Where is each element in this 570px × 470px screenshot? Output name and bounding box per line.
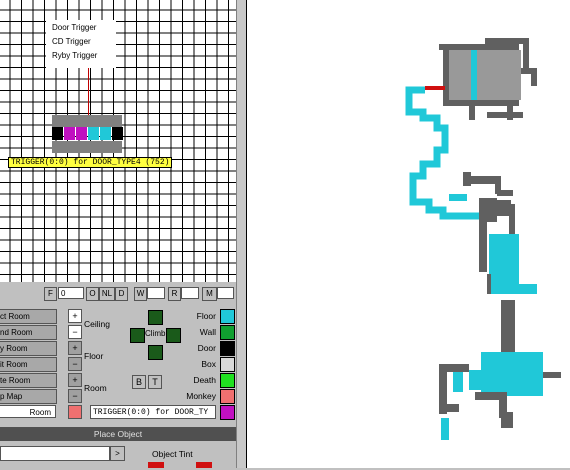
floor-color-swatch[interactable]	[220, 309, 235, 324]
room-button-select[interactable]: ct Room	[0, 309, 57, 324]
red-door	[425, 86, 445, 90]
tint-color-right[interactable]	[196, 462, 212, 468]
trigger-color-swatch[interactable]	[220, 405, 235, 420]
tile-cyan[interactable]	[100, 127, 111, 140]
monkey-color-swatch[interactable]	[220, 389, 235, 404]
level-map	[405, 38, 561, 440]
floor-minus-button[interactable]: −	[68, 357, 82, 371]
r-button[interactable]: R	[168, 287, 181, 301]
legend-door-trigger: Door Trigger	[52, 23, 97, 32]
death-color-swatch[interactable]	[220, 373, 235, 388]
climb-west-button[interactable]	[130, 328, 145, 343]
w-value-field[interactable]	[147, 287, 165, 299]
wall-color-label: Wall	[199, 327, 216, 337]
box-color-swatch[interactable]	[220, 357, 235, 372]
trigger-legend: Door Trigger CD Trigger Ryby Trigger	[46, 20, 116, 68]
bottom-room	[481, 352, 543, 396]
death-color-label: Death	[193, 375, 216, 385]
tile-cyan[interactable]	[88, 127, 99, 140]
grid-toolbar: F 0 O NL D W R M	[0, 285, 236, 303]
o-button[interactable]: O	[86, 287, 99, 301]
bottom-left-cyan	[453, 372, 463, 392]
bottom-left-door	[441, 418, 449, 440]
tile-black[interactable]	[52, 127, 63, 140]
object-tint-label: Object Tint	[152, 449, 193, 459]
tint-color-left[interactable]	[148, 462, 164, 468]
f-value-field[interactable]: 0	[58, 287, 84, 299]
wall-color-swatch[interactable]	[220, 325, 235, 340]
room-label: Room	[84, 383, 107, 393]
tile-black[interactable]	[112, 127, 123, 140]
ceiling-plus-button[interactable]: +	[68, 309, 82, 323]
ceiling-minus-button[interactable]: −	[68, 325, 82, 339]
room-button-delete[interactable]: te Room	[0, 373, 57, 388]
w-button[interactable]: W	[134, 287, 147, 301]
room-button-second[interactable]: nd Room	[0, 325, 57, 340]
room-button-flip[interactable]: y Room	[0, 341, 57, 356]
middle-room	[489, 234, 519, 286]
door-color-swatch[interactable]	[220, 341, 235, 356]
b-button[interactable]: B	[132, 375, 146, 389]
connector-shaft	[501, 300, 515, 354]
box-color-label: Box	[201, 359, 216, 369]
monkey-color-label: Monkey	[186, 391, 216, 401]
room-button-edit[interactable]: it Room	[0, 357, 57, 372]
tile-magenta[interactable]	[64, 127, 75, 140]
room-button-map[interactable]: p Map	[0, 389, 57, 404]
legend-cd-trigger: CD Trigger	[52, 37, 91, 46]
d-button[interactable]: D	[115, 287, 128, 301]
cyan-block	[449, 194, 467, 201]
level-map-view[interactable]	[246, 0, 570, 468]
monkey-swatch-small[interactable]	[68, 405, 82, 419]
tile-row-top	[52, 115, 122, 127]
floor-plus-button[interactable]: +	[68, 341, 82, 355]
room-plus-button[interactable]: +	[68, 373, 82, 387]
object-next-button[interactable]: >	[110, 446, 125, 461]
tile-row-bottom	[52, 141, 122, 153]
nl-button[interactable]: NL	[99, 287, 115, 301]
floor-color-label: Floor	[196, 311, 216, 321]
f-button[interactable]: F	[44, 287, 57, 301]
trigger-tooltip: TRIGGER(0:0) for DOOR_TYPE4 (752)	[8, 157, 173, 168]
middle-room-wall	[487, 274, 491, 294]
legend-ryby-trigger: Ryby Trigger	[52, 51, 98, 60]
top-room-floor	[449, 50, 521, 100]
room-name-field[interactable]: Room	[0, 405, 56, 418]
m-value-field[interactable]	[217, 287, 234, 299]
place-object-button[interactable]: Place Object	[0, 427, 236, 441]
middle-room-base	[489, 284, 537, 294]
door-color-label: Door	[197, 343, 216, 353]
m-button[interactable]: M	[202, 287, 217, 301]
bottom-room-wing	[469, 370, 483, 390]
top-room-marker	[471, 50, 477, 100]
tile-magenta[interactable]	[76, 127, 87, 140]
ceiling-label: Ceiling	[84, 319, 110, 329]
r-value-field[interactable]	[181, 287, 199, 299]
trigger-name-field[interactable]: TRIGGER(0:0) for DOOR_TY	[90, 405, 216, 419]
room-minus-button[interactable]: −	[68, 389, 82, 403]
grid-editor[interactable]: Door Trigger CD Trigger Ryby Trigger TRI…	[0, 0, 236, 282]
floor-label: Floor	[84, 351, 104, 361]
object-name-input[interactable]	[0, 446, 110, 461]
